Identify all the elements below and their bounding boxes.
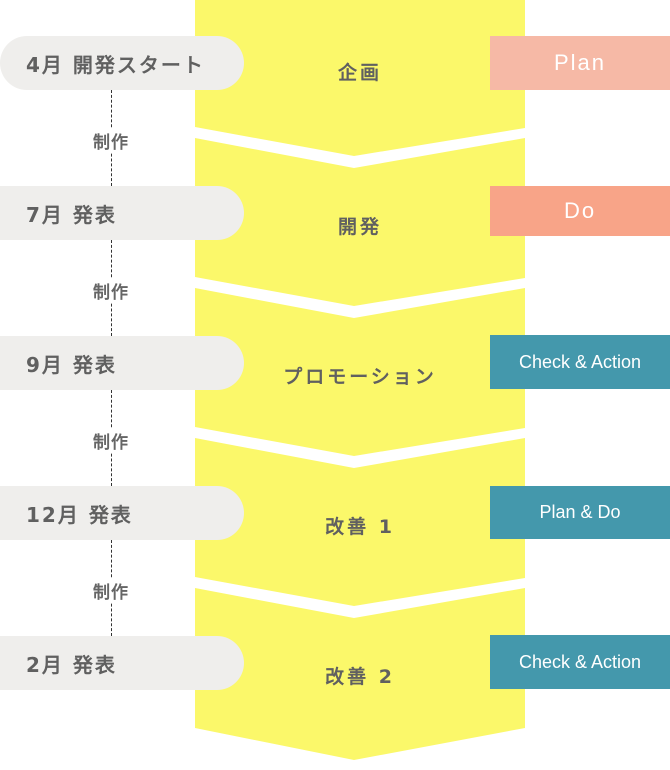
milestone-month: 9月	[26, 352, 64, 377]
stage-name: 改善 1	[325, 516, 395, 538]
stage-name: 改善 2	[325, 666, 395, 688]
pdca-tag-plan-do: Plan & Do	[490, 486, 670, 539]
pdca-tag-check-action: Check & Action	[490, 335, 670, 389]
production-label: 制作	[70, 128, 152, 153]
milestone-month: 12月	[26, 502, 80, 527]
pdca-tag-label: Check & Action	[518, 651, 642, 672]
pdca-tag-label: Plan	[553, 50, 607, 75]
pdca-tag-plan: Plan	[490, 36, 670, 90]
production-label: 制作	[70, 578, 152, 603]
milestone-label: 発表	[72, 352, 117, 377]
milestone-label: 発表	[88, 502, 133, 527]
pdca-tag-check-action: Check & Action	[490, 635, 670, 689]
milestone-month: 2月	[26, 652, 64, 677]
stage-name: 開発	[337, 216, 382, 238]
pdca-tag-label: Check & Action	[518, 351, 642, 372]
production-label: 制作	[70, 278, 152, 303]
pdca-tag-label: Do	[563, 198, 597, 223]
stage-name: 企画	[337, 62, 382, 84]
stage-name: プロモーション	[283, 366, 437, 388]
milestone-month: 4月	[26, 52, 64, 77]
production-label: 制作	[70, 428, 152, 453]
milestone-label: 発表	[72, 652, 117, 677]
milestone-label: 開発スタート	[72, 52, 205, 77]
pdca-tag-do: Do	[490, 186, 670, 236]
pdca-tag-label: Plan & Do	[539, 502, 621, 522]
milestone-label: 発表	[72, 202, 117, 227]
milestone-month: 7月	[26, 202, 64, 227]
